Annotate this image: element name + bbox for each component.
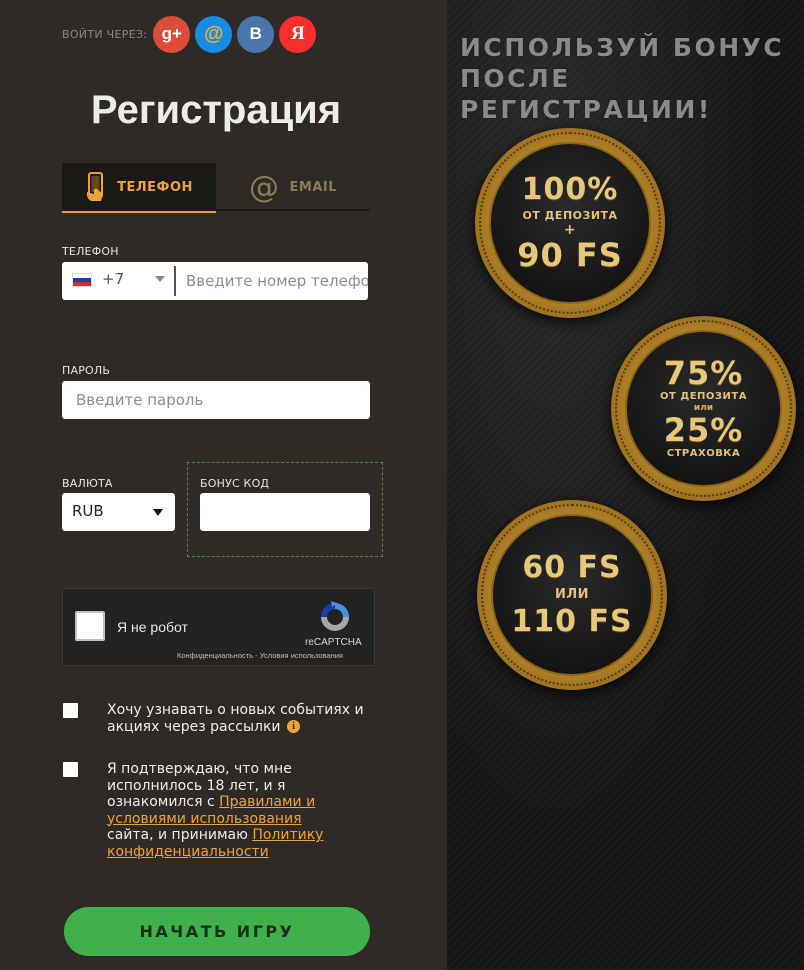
currency-value: RUB bbox=[72, 502, 104, 520]
google-plus-icon[interactable]: g+ bbox=[153, 15, 191, 53]
newsletter-checkbox[interactable] bbox=[63, 703, 78, 718]
at-sign-icon: @ bbox=[249, 169, 280, 205]
medal-2-deposit: ОТ ДЕПОЗИТА bbox=[660, 390, 747, 402]
tab-email-label: EMAIL bbox=[289, 179, 337, 195]
captcha-label: Я не робот bbox=[117, 619, 188, 635]
country-code[interactable]: +7 bbox=[102, 270, 124, 288]
bonus-medal-1: 100% ОТ ДЕПОЗИТА + 90 FS bbox=[475, 128, 665, 318]
start-game-button[interactable]: НАЧАТЬ ИГРУ bbox=[64, 907, 370, 956]
caret-down-icon bbox=[153, 509, 163, 516]
page-title: Регистрация bbox=[90, 88, 342, 132]
medal-2-insurance-percent: 25% bbox=[663, 411, 744, 450]
recaptcha-brand: reCAPTCHA bbox=[305, 637, 362, 648]
tab-email[interactable]: @ EMAIL bbox=[216, 163, 370, 211]
medal-3-face: 60 FS ИЛИ 110 FS bbox=[491, 514, 653, 676]
bonus-code-label: БОНУС КОД bbox=[200, 477, 270, 490]
bonus-medal-3: 60 FS ИЛИ 110 FS bbox=[477, 500, 667, 690]
age-confirm-checkbox[interactable] bbox=[63, 762, 78, 777]
password-input[interactable] bbox=[62, 381, 370, 419]
currency-label: ВАЛЮТА bbox=[62, 477, 113, 490]
medal-1-face: 100% ОТ ДЕПОЗИТА + 90 FS bbox=[489, 142, 651, 304]
phone-field: +7 bbox=[62, 262, 368, 300]
mailru-icon[interactable]: @ bbox=[195, 15, 233, 53]
medal-3-or: ИЛИ bbox=[554, 587, 590, 603]
medal-2-face: 75% ОТ ДЕПОЗИТА или 25% СТРАХОВКА bbox=[625, 330, 782, 487]
currency-select[interactable]: RUB bbox=[62, 493, 175, 531]
smartphone-icon bbox=[85, 172, 107, 202]
phone-input[interactable] bbox=[176, 262, 368, 300]
medal-1-percent: 100% bbox=[521, 172, 619, 207]
social-login-label: ВОЙТИ ЧЕРЕЗ: bbox=[62, 27, 148, 41]
bonus-code-input[interactable] bbox=[200, 493, 370, 531]
yandex-icon[interactable]: Я bbox=[279, 15, 317, 53]
phone-label: ТЕЛЕФОН bbox=[62, 245, 119, 258]
age-middle: сайта, и принимаю bbox=[107, 827, 253, 843]
social-login: ВОЙТИ ЧЕРЕЗ: g+ @ B Я bbox=[62, 15, 321, 53]
newsletter-label: Хочу узнавать о новых событиях и акциях … bbox=[107, 702, 364, 735]
medal-2-insurance: СТРАХОВКА bbox=[666, 448, 741, 460]
medal-2-percent: 75% bbox=[663, 353, 744, 392]
captcha-checkbox[interactable] bbox=[75, 611, 105, 641]
newsletter-text: Хочу узнавать о новых событиях и акциях … bbox=[107, 702, 377, 735]
tab-phone[interactable]: ТЕЛЕФОН bbox=[62, 163, 216, 213]
info-icon[interactable]: i bbox=[286, 720, 300, 733]
vk-icon[interactable]: B bbox=[237, 15, 275, 53]
recaptcha-links[interactable]: Конфиденциальность - Условия использован… bbox=[177, 651, 343, 660]
registration-panel: ВОЙТИ ЧЕРЕЗ: g+ @ B Я Регистрация ТЕЛЕФО… bbox=[0, 0, 447, 970]
bonus-medal-2: 75% ОТ ДЕПОЗИТА или 25% СТРАХОВКА bbox=[611, 316, 796, 501]
medal-1-deposit: ОТ ДЕПОЗИТА bbox=[522, 209, 618, 222]
recaptcha-widget: Я не робот reCAPTCHA Конфиденциальность … bbox=[62, 588, 375, 666]
auth-tabs: ТЕЛЕФОН @ EMAIL bbox=[62, 163, 370, 213]
medal-3-fs-110: 110 FS bbox=[511, 603, 633, 639]
promo-title: ИСПОЛЬЗУЙ БОНУС ПОСЛЕ РЕГИСТРАЦИИ! bbox=[460, 33, 785, 124]
russia-flag-icon[interactable] bbox=[72, 273, 92, 287]
medal-1-fs: 90 FS bbox=[517, 235, 623, 274]
password-label: ПАРОЛЬ bbox=[62, 364, 111, 377]
recaptcha-logo-icon bbox=[317, 599, 353, 635]
age-confirm-text: Я подтверждаю, что мне исполнилось 18 ле… bbox=[107, 761, 351, 860]
medal-3-fs-60: 60 FS bbox=[522, 550, 622, 586]
chevron-down-icon[interactable] bbox=[155, 276, 165, 282]
tab-phone-label: ТЕЛЕФОН bbox=[117, 179, 193, 195]
